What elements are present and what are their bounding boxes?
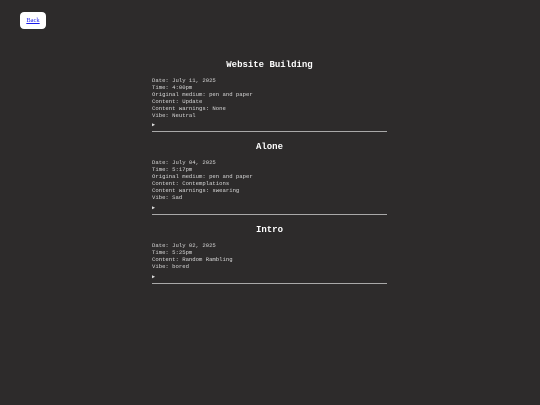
entry-vibe: Vibe: Neutral <box>152 111 196 119</box>
entry-divider <box>152 282 387 284</box>
entry-divider <box>152 213 387 215</box>
entry-divider <box>152 131 387 133</box>
entry-title: Website Building <box>226 60 313 70</box>
entry-title: Alone <box>255 142 283 153</box>
entry-title: Intro <box>255 224 283 235</box>
journal-entry: Alone Date: July 04, 2025 Time: 5:17pm O… <box>152 141 387 215</box>
journal-entry: Website Building Date: July 11, 2025 Tim… <box>152 59 387 133</box>
journal-feed: Website Building Date: July 11, 2025 Tim… <box>152 59 387 293</box>
entry-content-warnings: Content warnings: swearing <box>152 187 240 195</box>
expand-triangle-icon[interactable]: ▶ <box>152 205 387 212</box>
back-button[interactable]: Back <box>20 12 46 29</box>
journal-entry: Intro Date: July 02, 2025 Time: 5:25pm C… <box>152 224 387 284</box>
expand-triangle-icon[interactable]: ▶ <box>152 274 387 281</box>
entry-vibe: Vibe: bored <box>152 262 189 270</box>
expand-triangle-icon[interactable]: ▶ <box>152 122 387 129</box>
entry-vibe: Vibe: Sad <box>152 193 183 201</box>
